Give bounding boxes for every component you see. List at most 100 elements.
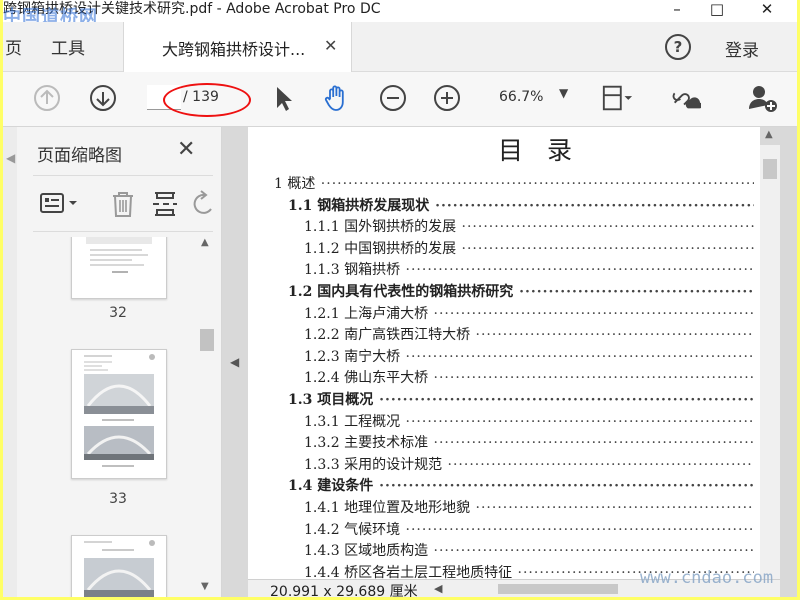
add-user-button[interactable]	[747, 82, 779, 114]
scrollbar-thumb[interactable]	[763, 159, 777, 179]
help-icon[interactable]: ?	[665, 34, 691, 60]
arrow-up-circle-icon	[34, 85, 60, 111]
zoom-in-button[interactable]	[431, 82, 463, 114]
toc-leader-dots: ········································…	[405, 522, 754, 538]
acrobat-window: 跨钢箱拱桥设计关键技术研究.pdf - Adobe Acrobat Pro DC…	[3, 0, 797, 597]
scroll-down-icon[interactable]: ▼	[201, 581, 209, 592]
toc-entry[interactable]: 1.2 国内具有代表性的钢箱拱桥研究 ·····················…	[288, 281, 754, 301]
panel-title: 页面缩略图	[37, 146, 122, 166]
menu-home[interactable]: 页	[5, 34, 22, 59]
collapse-rail-icon[interactable]: ◀	[6, 151, 15, 165]
toc-entry-text: 1.3.3 采用的设计规范	[304, 457, 443, 473]
toolbar: / 139 66.7% ▼	[3, 72, 797, 127]
toc-heading: 目录	[498, 136, 597, 165]
scroll-up-icon[interactable]: ▲	[765, 129, 773, 140]
thumbnail-scrollbar[interactable]: ▲ ▼	[197, 237, 217, 597]
thumbnail-page[interactable]	[71, 237, 167, 299]
menu-tools[interactable]: 工具	[51, 34, 85, 59]
toc-entry[interactable]: 1 概述 ···································…	[274, 173, 754, 193]
toc-entry[interactable]: 1.1 钢箱拱桥发展现状 ···························…	[288, 195, 754, 215]
toc-entry[interactable]: 1.1.3 钢箱拱桥 ·····························…	[304, 259, 754, 279]
toc-entry-text: 1.3 项目概况	[288, 392, 374, 408]
rotate-page-button[interactable]	[191, 189, 217, 219]
thumbnail-options-button[interactable]	[39, 191, 83, 217]
document-scrollbar[interactable]: ▲	[760, 129, 780, 579]
zoom-dropdown-icon[interactable]: ▼	[559, 86, 568, 100]
toc-entry[interactable]: 1.4.1 地理位置及地形地貌 ························…	[304, 497, 754, 517]
toc-entry[interactable]: 1.4.3 区域地质构造 ···························…	[304, 540, 754, 560]
hand-tool-button[interactable]	[321, 82, 353, 114]
thumbnail-page[interactable]	[71, 535, 167, 597]
toc-entry-text: 1.1.1 国外钢拱桥的发展	[304, 219, 457, 235]
trash-icon	[113, 192, 133, 217]
toc-entry-text: 1.2.1 上海卢浦大桥	[304, 306, 429, 322]
page-fit-icon	[602, 85, 633, 111]
page-display-button[interactable]	[601, 82, 633, 114]
toc-entry[interactable]: 1.1.1 国外钢拱桥的发展 ·························…	[304, 216, 754, 236]
toc-entry[interactable]: 1.4.2 气候环境 ·····························…	[304, 519, 754, 539]
toc-entry-text: 1.2.2 南广高铁西江特大桥	[304, 327, 471, 343]
toc-leader-dots: ········································…	[433, 435, 754, 451]
toc-entry[interactable]: 1.2.3 南宁大桥 ·····························…	[304, 346, 754, 366]
close-tab-icon[interactable]: ✕	[324, 36, 337, 55]
delete-page-button[interactable]	[109, 189, 137, 219]
document-tab[interactable]: 大跨钢箱拱桥设计... ✕	[123, 22, 352, 72]
minimize-button[interactable]: –	[657, 0, 697, 22]
highlight-annotation-oval	[163, 83, 251, 117]
site-watermark-bottom: www.cndao.com	[640, 568, 774, 588]
toc-entry-text: 1.4 建设条件	[288, 478, 374, 494]
thumbnail-page[interactable]	[71, 349, 167, 479]
toc-entry[interactable]: 1.3.3 采用的设计规范 ··························…	[304, 454, 754, 474]
toc-entry-text: 1.4.1 地理位置及地形地貌	[304, 500, 471, 516]
login-button[interactable]: 登录	[725, 36, 759, 61]
minus-circle-icon	[380, 85, 406, 111]
select-tool-button[interactable]	[267, 82, 299, 114]
title-bar: 跨钢箱拱桥设计关键技术研究.pdf - Adobe Acrobat Pro DC…	[3, 0, 797, 28]
previous-page-button[interactable]	[31, 82, 63, 114]
extract-page-button[interactable]	[151, 189, 179, 219]
toc-entry-text: 1.2.3 南宁大桥	[304, 349, 401, 365]
toc-leader-dots: ········································…	[461, 241, 754, 257]
maximize-button[interactable]: □	[697, 0, 737, 22]
options-list-icon	[40, 193, 77, 213]
toc-entry[interactable]: 1.2.2 南广高铁西江特大桥 ························…	[304, 324, 754, 344]
share-link-button[interactable]	[669, 82, 701, 114]
toc-leader-dots: ········································…	[519, 284, 754, 300]
zoom-level[interactable]: 66.7%	[499, 89, 543, 105]
toc-entry[interactable]: 1.2.1 上海卢浦大桥 ···························…	[304, 303, 754, 323]
scrollbar-thumb[interactable]	[200, 329, 214, 351]
scroll-left-icon[interactable]: ◀	[434, 582, 442, 595]
toc-entry-text: 1.4.2 气候环境	[304, 522, 401, 538]
toc-leader-dots: ········································…	[475, 500, 754, 516]
toc-entry-text: 1.4.3 区域地质构造	[304, 543, 429, 559]
close-window-button[interactable]: ✕	[747, 0, 787, 22]
collapse-left-pane-icon[interactable]: ◀	[230, 355, 239, 369]
toc-leader-dots: ········································…	[435, 198, 754, 214]
toc-entry[interactable]: 1.3.2 主要技术标准 ···························…	[304, 432, 754, 452]
page-size-readout: 20.991 x 29.689 厘米	[270, 584, 418, 597]
close-panel-icon[interactable]: ✕	[177, 137, 195, 162]
toc-entry[interactable]: 1.4 建设条件 ·······························…	[288, 475, 754, 495]
toc-entry-text: 1.3.2 主要技术标准	[304, 435, 429, 451]
toc-leader-dots: ········································…	[405, 349, 754, 365]
toc-leader-dots: ········································…	[475, 327, 754, 343]
toc-entry-text: 1.2 国内具有代表性的钢箱拱桥研究	[288, 284, 514, 300]
zoom-out-button[interactable]	[377, 82, 409, 114]
toc-entry[interactable]: 1.1.2 中国钢拱桥的发展 ·························…	[304, 238, 754, 258]
toc-leader-dots: ········································…	[433, 306, 754, 322]
toc-entry-text: 1.2.4 佛山东平大桥	[304, 370, 429, 386]
toc-leader-dots: ········································…	[433, 370, 754, 386]
toc-entry[interactable]: 1.3.1 工程概况 ·····························…	[304, 411, 754, 431]
toc-entry-text: 1.3.1 工程概况	[304, 414, 401, 430]
scroll-up-icon[interactable]: ▲	[201, 237, 209, 248]
cloud-link-icon	[672, 92, 701, 109]
arrow-down-circle-icon	[90, 85, 116, 111]
add-person-icon	[749, 86, 777, 112]
toc-leader-dots: ········································…	[320, 176, 754, 192]
menu-bar: 页 工具 大跨钢箱拱桥设计... ✕ ? 登录	[3, 22, 797, 72]
horizontal-scroll-thumb[interactable]	[498, 584, 618, 594]
toc-entry[interactable]: 1.3 项目概况 ·······························…	[288, 389, 754, 409]
toc-entry[interactable]: 1.2.4 佛山东平大桥 ···························…	[304, 367, 754, 387]
page-extract-icon	[153, 192, 177, 216]
next-page-button[interactable]	[87, 82, 119, 114]
